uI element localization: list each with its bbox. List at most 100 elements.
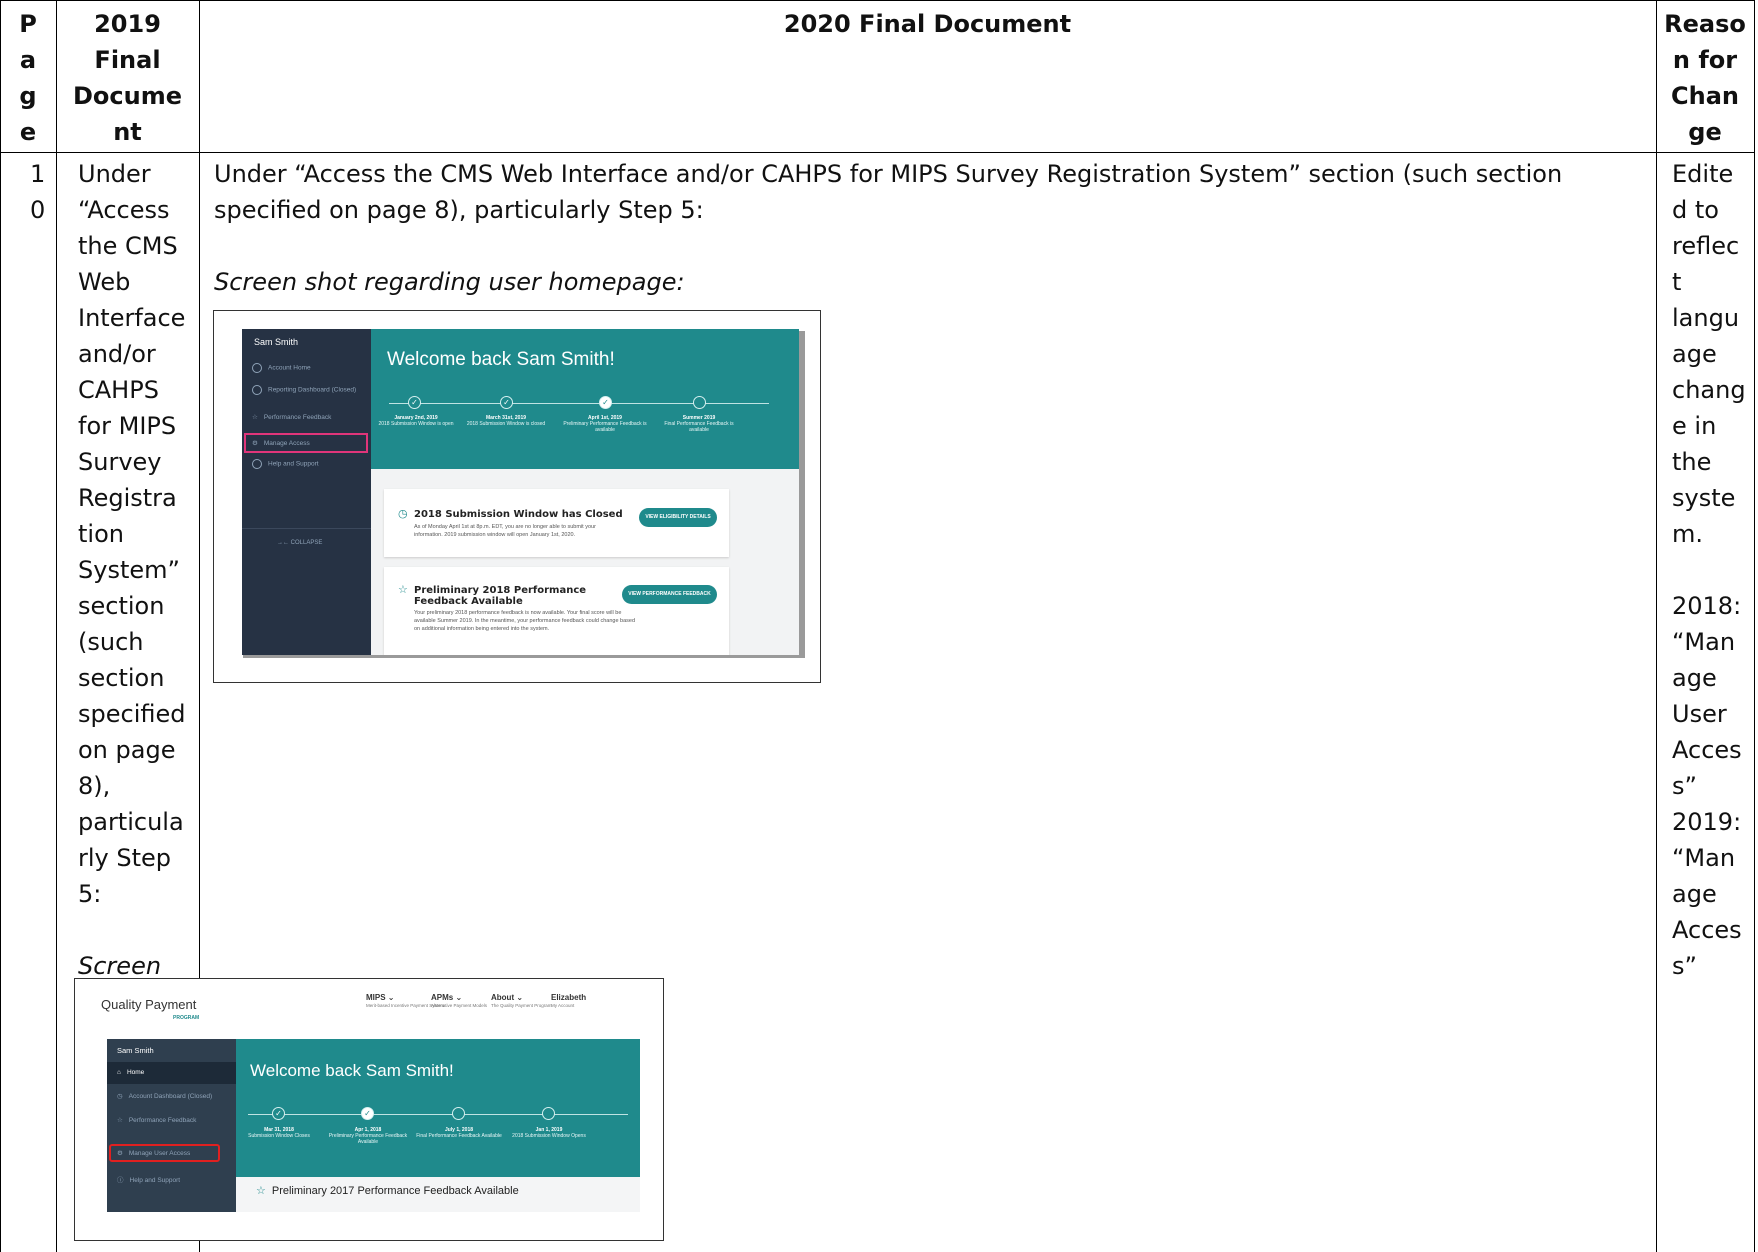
new-doc-caption: Screen shot regarding user homepage: — [214, 268, 685, 296]
sidebar-item-help[interactable]: ⓘ Help and Support — [117, 1174, 180, 1184]
sidebar-item-reporting-dashboard[interactable]: Reporting Dashboard (Closed) — [252, 385, 356, 395]
header-prev-doc: 2019 Final Docume nt — [72, 10, 182, 146]
reason-line: langu — [1672, 304, 1740, 332]
prev-doc-line: Under — [78, 160, 151, 188]
manage-user-access-highlight — [109, 1144, 220, 1162]
submission-closed-card: ◷ 2018 Submission Window has Closed As o… — [384, 489, 729, 557]
timeline-check-icon: ✓ — [599, 396, 612, 409]
prev-doc-line: (such — [78, 628, 144, 656]
welcome-heading: Welcome back Sam Smith! — [250, 1061, 454, 1080]
comparison-table: P a g e 2019 Final Docume nt 2020 Final … — [0, 0, 1758, 1252]
reason-line: “Man — [1672, 844, 1736, 872]
logo-subtitle: PROGRAM — [173, 1015, 200, 1021]
reason-line: “Man — [1672, 628, 1736, 656]
prev-doc-line: 8), — [78, 772, 111, 800]
sidebar-divider — [242, 528, 371, 529]
reason-line: Edite — [1672, 160, 1734, 188]
prev-doc-line: “Access — [78, 196, 170, 224]
welcome-banner: Welcome back Sam Smith! ✓ ✓ ✓ January 2n… — [371, 329, 799, 469]
prev-doc-line: section — [78, 664, 165, 692]
reason-line: Acces — [1672, 736, 1742, 764]
reason-line: chang — [1672, 376, 1746, 404]
reason-line: Acces — [1672, 916, 1742, 944]
new-doc-line: Under “Access the CMS Web Interface and/… — [214, 160, 1563, 188]
sidebar-item-performance-feedback[interactable]: ☆ Performance Feedback — [117, 1116, 196, 1124]
timeline-milestone: April 1st, 2019 Preliminary Performance F… — [563, 415, 647, 433]
reason-line: reflec — [1672, 232, 1740, 260]
screenshot-user-homepage-old: Quality Payment PROGRAM MIPS ⌄ Merit-base… — [74, 978, 664, 1241]
reason-line: the — [1672, 448, 1712, 476]
reason-line: t — [1672, 268, 1682, 296]
header-divider — [0, 152, 1755, 153]
sidebar-item-account-home[interactable]: Account Home — [252, 363, 311, 373]
timeline-milestone: March 31st, 2019 2018 Submission Window i… — [466, 415, 546, 427]
screenshot-frame: Sam Smith Account Home Reporting Dashboa… — [242, 329, 799, 655]
collapse-button[interactable]: →← COLLAPSE — [277, 540, 322, 546]
card-title: Preliminary 2018 Performance Feedback Av… — [414, 585, 587, 607]
prev-doc-line: the CMS — [78, 232, 178, 260]
prev-doc-line: particula — [78, 808, 184, 836]
reason-line — [1672, 552, 1752, 588]
clock-icon: ◷ — [398, 508, 408, 520]
nav-about[interactable]: About ⌄ The Quality Payment Program — [491, 993, 552, 1008]
sidebar-item-performance-feedback[interactable]: ☆ Performance Feedback — [252, 413, 331, 421]
reason-line: 2018: — [1672, 592, 1742, 620]
nav-apms[interactable]: APMs ⌄ Alternative Payment Models — [431, 993, 487, 1008]
star-icon: ☆ — [256, 1185, 266, 1197]
prev-doc-line: and/or — [78, 340, 156, 368]
prev-doc-line: on page — [78, 736, 176, 764]
card-title: 2018 Submission Window has Closed — [414, 509, 623, 520]
prev-doc-line: rly Step — [78, 844, 172, 872]
reason-text: Edite d to reflec t langu age chang e in the syst… — [1672, 156, 1752, 984]
info-icon: ⓘ — [117, 1177, 124, 1184]
column-divider — [1656, 0, 1657, 1252]
home-icon — [252, 363, 262, 373]
logo: Quality Payment — [101, 997, 197, 1012]
timeline-track — [248, 1114, 628, 1115]
row-page-number: 1 0 — [30, 160, 46, 224]
prev-doc-line: Registra — [78, 484, 177, 512]
reason-line: age — [1672, 880, 1717, 908]
card-body: As of Monday April 1st at 8p.m. EDT, you… — [414, 524, 596, 538]
timeline-track — [389, 403, 769, 404]
view-eligibility-button[interactable]: VIEW ELIGIBILITY DETAILS — [639, 508, 717, 527]
home-icon: ⌂ — [117, 1069, 121, 1076]
star-icon: ☆ — [252, 414, 258, 421]
timeline-milestone: Jan 1, 2019 2018 Submission Window Opens — [512, 1127, 586, 1139]
header-reason: Reaso n for Chan ge — [1664, 10, 1746, 146]
prev-doc-line: Interface — [78, 304, 186, 332]
timeline-check-icon: ✓ — [500, 396, 513, 409]
reason-line: User — [1672, 700, 1727, 728]
reason-line: d to — [1672, 196, 1719, 224]
view-performance-feedback-button[interactable]: VIEW PERFORMANCE FEEDBACK — [622, 585, 717, 604]
timeline-check-icon: ✓ — [361, 1107, 374, 1120]
card-body: Your preliminary 2018 performance feedba… — [414, 610, 636, 632]
timeline-milestone: July 1, 2018 Final Performance Feedback A… — [416, 1127, 502, 1139]
prev-doc-line: for MIPS — [78, 412, 177, 440]
timeline-milestone: January 2nd, 2019 2018 Submission Window … — [378, 415, 454, 427]
sidebar-item-home[interactable]: ⌂ Home — [117, 1069, 144, 1076]
reason-line: s” — [1672, 952, 1697, 980]
star-icon: ☆ — [398, 584, 408, 596]
new-doc-line: specified on page 8), particularly Step … — [214, 196, 704, 224]
star-icon: ☆ — [117, 1117, 123, 1124]
prev-doc-text: Under “Access the CMS Web Interface and/or CAH… — [78, 156, 196, 912]
screenshot-user-homepage-new: Sam Smith Account Home Reporting Dashboa… — [213, 310, 821, 683]
sidebar: Sam Smith ⌂ Home ◷ Account Dashboard (Clos… — [107, 1039, 236, 1212]
reason-line: s” — [1672, 772, 1697, 800]
table-border-left — [0, 0, 1, 1252]
reason-line: m. — [1672, 520, 1704, 548]
nav-account[interactable]: Elizabeth My Account — [551, 993, 586, 1008]
welcome-banner: Welcome back Sam Smith! ✓ ✓ Mar 31, 2018… — [236, 1039, 640, 1177]
sidebar-item-account-dashboard[interactable]: ◷ Account Dashboard (Closed) — [117, 1092, 212, 1100]
clock-icon — [252, 385, 262, 395]
reason-line: e in — [1672, 412, 1717, 440]
prev-doc-line: 5: — [78, 880, 102, 908]
prev-doc-line: Web — [78, 268, 131, 296]
table-border-top — [0, 0, 1755, 1]
timeline-circle-icon — [693, 396, 706, 409]
sidebar: Sam Smith Account Home Reporting Dashboa… — [242, 329, 371, 655]
sidebar-item-help[interactable]: Help and Support — [252, 459, 319, 469]
column-divider — [56, 0, 57, 1252]
sidebar-user-name: Sam Smith — [254, 337, 299, 347]
